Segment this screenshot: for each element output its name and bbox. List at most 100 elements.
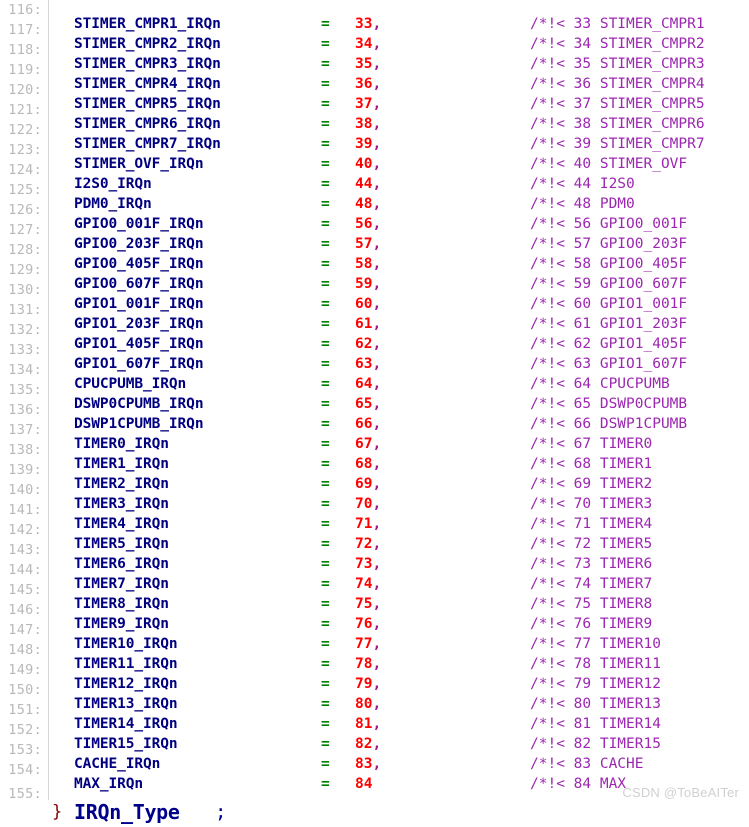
enum-value-number: 68	[355, 456, 373, 472]
line-number: 153:	[8, 742, 42, 758]
enum-value: 83,	[355, 754, 381, 774]
comma-separator: ,	[372, 456, 382, 472]
doc-comment: /*!< 71 TIMER4	[530, 516, 653, 532]
assignment-operator: =	[321, 276, 330, 292]
code-line[interactable]: 116: STIMER_CMPR1_IRQn = 33, /*!< 33 STIMER_…	[0, 0, 749, 32]
assignment-operator: =	[321, 716, 330, 732]
enum-constant-name: TIMER9_IRQn	[74, 616, 169, 632]
doc-comment: /*!< 79 TIMER12	[530, 676, 661, 692]
enum-value: 66,	[355, 414, 381, 434]
assignment-operator: =	[321, 16, 330, 32]
line-number: 127:	[8, 222, 42, 238]
enum-value-number: 73	[355, 556, 373, 572]
doc-comment: /*!< 57 GPIO0_203F	[530, 236, 688, 252]
enum-constant-name: I2S0_IRQn	[74, 176, 152, 192]
doc-comment: /*!< 67 TIMER0	[530, 436, 653, 452]
assignment-operator: =	[321, 336, 330, 352]
assignment-operator: =	[321, 256, 330, 272]
doc-comment: /*!< 77 TIMER10	[530, 636, 661, 652]
comma-separator: ,	[372, 636, 382, 652]
assignment-operator: =	[321, 636, 330, 652]
comma-separator: ,	[372, 476, 382, 492]
enum-value-number: 60	[355, 296, 373, 312]
line-number: 144:	[8, 562, 42, 578]
assignment-operator: =	[321, 516, 330, 532]
enum-value: 65,	[355, 394, 381, 414]
line-number: 131:	[8, 302, 42, 318]
doc-comment: /*!< 61 GPIO1_203F	[530, 316, 688, 332]
enum-constant-name: STIMER_CMPR5_IRQn	[74, 96, 221, 112]
enum-value: 84	[355, 774, 372, 794]
comma-separator: ,	[372, 336, 382, 352]
doc-comment: /*!< 76 TIMER9	[530, 616, 653, 632]
enum-value-number: 59	[355, 276, 373, 292]
enum-value: 68,	[355, 454, 381, 474]
comma-separator: ,	[372, 116, 382, 132]
enum-constant-name: TIMER1_IRQn	[74, 456, 169, 472]
comma-separator: ,	[372, 416, 382, 432]
line-number: 141:	[8, 502, 42, 518]
assignment-operator: =	[321, 656, 330, 672]
line-number: 124:	[8, 162, 42, 178]
enum-constant-name: STIMER_CMPR1_IRQn	[74, 16, 221, 32]
enum-constant-name: STIMER_CMPR4_IRQn	[74, 76, 221, 92]
assignment-operator: =	[321, 156, 330, 172]
enum-constant-name: TIMER6_IRQn	[74, 556, 169, 572]
line-number: 155:	[8, 786, 42, 802]
comma-separator: ,	[372, 516, 382, 532]
enum-value-number: 37	[355, 96, 373, 112]
comma-separator: ,	[372, 316, 382, 332]
enum-value-number: 70	[355, 496, 373, 512]
doc-comment: /*!< 70 TIMER3	[530, 496, 653, 512]
enum-value-number: 65	[355, 396, 373, 412]
doc-comment: /*!< 64 CPUCPUMB	[530, 376, 670, 392]
doc-comment: /*!< 82 TIMER15	[530, 736, 661, 752]
assignment-operator: =	[321, 376, 330, 392]
doc-comment: /*!< 36 STIMER_CMPR4	[530, 76, 705, 92]
comma-separator: ,	[372, 256, 382, 272]
enum-constant-name: DSWP1CPUMB_IRQn	[74, 416, 204, 432]
line-number: 143:	[8, 542, 42, 558]
enum-constant-name: STIMER_CMPR6_IRQn	[74, 116, 221, 132]
assignment-operator: =	[321, 596, 330, 612]
enum-value: 35,	[355, 54, 381, 74]
comma-separator: ,	[372, 536, 382, 552]
enum-constant-name: STIMER_CMPR3_IRQn	[74, 56, 221, 72]
line-number: 146:	[8, 602, 42, 618]
line-number: 128:	[8, 242, 42, 258]
enum-value-number: 84	[355, 776, 373, 792]
enum-constant-name: TIMER8_IRQn	[74, 596, 169, 612]
enum-value: 57,	[355, 234, 381, 254]
enum-value: 75,	[355, 594, 381, 614]
comma-separator: ,	[372, 496, 382, 512]
enum-value-number: 74	[355, 576, 373, 592]
line-number: 151:	[8, 702, 42, 718]
enum-value-number: 39	[355, 136, 373, 152]
assignment-operator: =	[321, 176, 330, 192]
assignment-operator: =	[321, 236, 330, 252]
line-number: 137:	[8, 422, 42, 438]
comma-separator: ,	[372, 56, 382, 72]
assignment-operator: =	[321, 316, 330, 332]
enum-value-number: 34	[355, 36, 373, 52]
enum-value: 81,	[355, 714, 381, 734]
enum-value: 69,	[355, 474, 381, 494]
doc-comment: /*!< 78 TIMER11	[530, 656, 661, 672]
enum-value: 44,	[355, 174, 381, 194]
enum-constant-name: STIMER_CMPR2_IRQn	[74, 36, 221, 52]
enum-value: 80,	[355, 694, 381, 714]
comma-separator: ,	[372, 176, 382, 192]
comma-separator: ,	[372, 756, 382, 772]
line-number: 120:	[8, 82, 42, 98]
assignment-operator: =	[321, 556, 330, 572]
code-line-list: 116: STIMER_CMPR1_IRQn = 33, /*!< 33 STIMER_…	[0, 0, 749, 792]
doc-comment: /*!< 44 I2S0	[530, 176, 635, 192]
assignment-operator: =	[321, 436, 330, 452]
enum-value-number: 75	[355, 596, 373, 612]
comma-separator: ,	[372, 436, 382, 452]
assignment-operator: =	[321, 696, 330, 712]
line-number: 134:	[8, 362, 42, 378]
enum-value: 36,	[355, 74, 381, 94]
enum-value: 79,	[355, 674, 381, 694]
enum-value: 62,	[355, 334, 381, 354]
